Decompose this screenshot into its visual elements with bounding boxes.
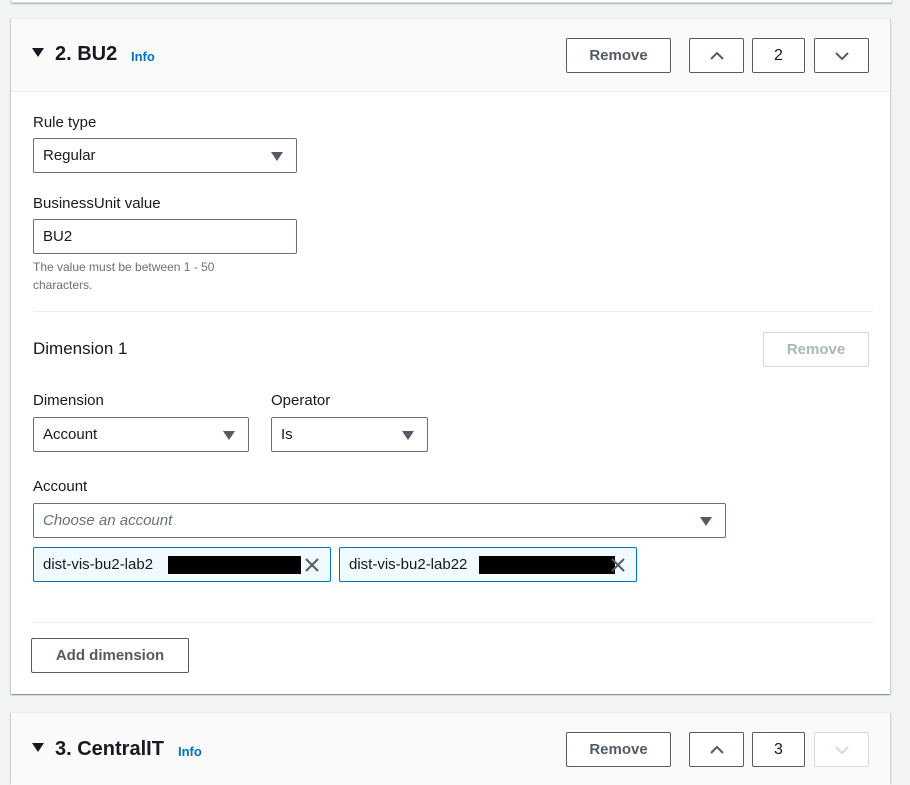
move-down-button[interactable] [814, 732, 869, 767]
rule-title: 2. BU2 [55, 43, 118, 65]
collapse-caret-icon[interactable] [32, 743, 44, 752]
business-unit-value: BU2 [43, 228, 73, 245]
dimension-label: Dimension [33, 392, 104, 409]
info-link[interactable]: Info [131, 49, 155, 65]
remove-token-icon[interactable] [304, 557, 320, 573]
move-up-button[interactable] [689, 732, 744, 767]
remove-dimension-button[interactable]: Remove [763, 332, 869, 367]
dimension-value: Account [43, 426, 98, 443]
account-token: dist-vis-bu2-lab22 [339, 547, 637, 582]
dropdown-triangle-icon [223, 431, 235, 440]
account-token-label: dist-vis-bu2-lab2 [43, 556, 154, 573]
rule-card-header: 3. CentralIT Info Remove 3 [11, 713, 890, 785]
chevron-up-icon [709, 51, 724, 60]
rule-card-header: 2. BU2 Info Remove 2 [11, 19, 890, 92]
account-placeholder: Choose an account [43, 512, 173, 529]
account-select[interactable]: Choose an account [33, 503, 726, 538]
chevron-down-icon [834, 745, 849, 754]
rule-card-centralit: 3. CentralIT Info Remove 3 [11, 712, 890, 785]
business-unit-hint: The value must be between 1 - 50 charact… [33, 260, 215, 292]
remove-rule-button[interactable]: Remove [566, 732, 671, 767]
rule-order-input[interactable]: 2 [752, 38, 805, 73]
account-label: Account [33, 478, 88, 495]
rule-order-input[interactable]: 3 [752, 732, 805, 767]
remove-rule-button[interactable]: Remove [566, 38, 671, 73]
rule-title: 3. CentralIT [55, 738, 164, 760]
remove-token-icon[interactable] [610, 557, 626, 573]
account-token-label: dist-vis-bu2-lab22 [349, 556, 468, 573]
business-unit-input[interactable]: BU2 [33, 219, 297, 254]
business-unit-label: BusinessUnit value [33, 195, 161, 212]
section-divider [33, 311, 873, 312]
rule-type-select[interactable]: Regular [33, 138, 297, 173]
move-up-button[interactable] [689, 38, 744, 73]
operator-value: Is [281, 426, 293, 443]
operator-select[interactable]: Is [271, 417, 428, 452]
account-token: dist-vis-bu2-lab2 [33, 547, 331, 582]
dropdown-triangle-icon [700, 517, 712, 526]
collapse-caret-icon[interactable] [32, 48, 44, 57]
rule-card-bu2: 2. BU2 Info Remove 2 Rule type Regular B… [11, 18, 890, 694]
dimension-title: Dimension 1 [33, 339, 128, 358]
rule-type-value: Regular [43, 147, 96, 164]
redaction-bar [479, 556, 615, 574]
chevron-up-icon [709, 745, 724, 754]
move-down-button[interactable] [814, 38, 869, 73]
dropdown-triangle-icon [402, 431, 414, 440]
dimension-select[interactable]: Account [33, 417, 249, 452]
rule-type-label: Rule type [33, 114, 97, 131]
add-dimension-button[interactable]: Add dimension [31, 638, 189, 673]
previous-rule-card-edge [11, 0, 892, 3]
chevron-down-icon [834, 51, 849, 60]
dropdown-triangle-icon [271, 152, 283, 161]
section-divider [33, 622, 873, 623]
info-link[interactable]: Info [178, 744, 202, 760]
redaction-bar [168, 556, 301, 574]
operator-label: Operator [271, 392, 331, 409]
